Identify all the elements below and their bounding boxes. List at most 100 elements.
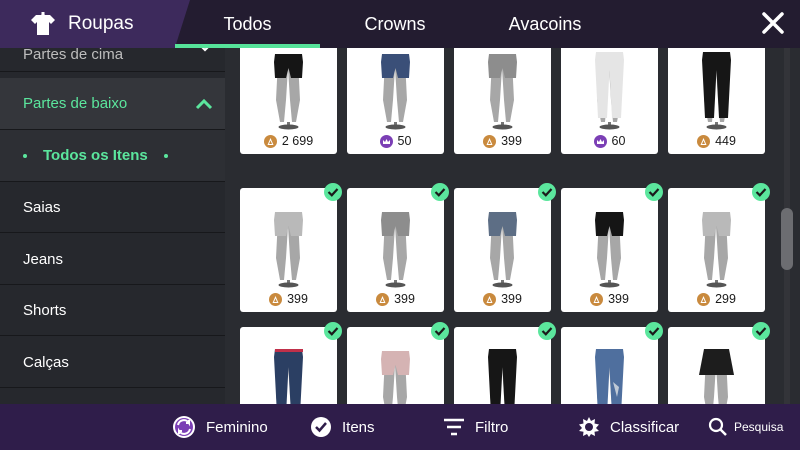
item-card[interactable]: 299 xyxy=(668,183,770,312)
sidebar-item-shorts[interactable]: Shorts xyxy=(0,286,225,336)
avacoin-icon xyxy=(697,292,711,306)
crown-currency-icon xyxy=(379,134,393,148)
owned-check-icon xyxy=(752,322,770,340)
filter-icon xyxy=(444,418,464,436)
item-card[interactable] xyxy=(240,322,342,404)
item-card[interactable] xyxy=(561,322,663,404)
search-button[interactable]: Pesquisa xyxy=(708,404,783,450)
tab-crowns[interactable]: Crowns xyxy=(320,0,470,48)
item-card[interactable] xyxy=(668,322,770,404)
item-card[interactable]: 2 699 xyxy=(240,48,337,154)
item-price: 60 xyxy=(561,132,658,150)
sidebar-item-label: Partes de baixo xyxy=(23,95,128,112)
filter-label: Filtro xyxy=(475,418,509,436)
search-icon xyxy=(708,417,727,436)
avacoin-icon xyxy=(697,134,711,148)
item-price: 399 xyxy=(347,290,444,308)
price-value: 449 xyxy=(715,134,736,148)
avacoin-icon xyxy=(483,134,497,148)
item-card[interactable]: 399 xyxy=(561,183,663,312)
top-bar: Roupas Todos Crowns Avacoins xyxy=(0,0,800,48)
clothing-preview xyxy=(595,212,624,288)
clothing-preview xyxy=(381,212,410,288)
check-circle-icon xyxy=(311,417,331,437)
item-price: 399 xyxy=(561,290,658,308)
item-card[interactable]: 449 xyxy=(668,48,765,154)
price-value: 299 xyxy=(715,292,736,306)
title-box: Roupas xyxy=(0,0,190,48)
tab-avacoins[interactable]: Avacoins xyxy=(470,0,620,48)
shirt-icon xyxy=(31,12,55,35)
item-card[interactable]: 399 xyxy=(454,183,556,312)
item-price: 449 xyxy=(668,132,765,150)
close-icon[interactable] xyxy=(760,10,786,36)
sort-button[interactable]: Classificar xyxy=(578,404,679,450)
sidebar-item-jeans[interactable]: Jeans xyxy=(0,235,225,285)
avacoin-icon xyxy=(263,134,277,148)
owned-check-icon xyxy=(645,322,663,340)
item-card[interactable] xyxy=(347,322,449,404)
page-title: Roupas xyxy=(68,13,134,34)
filter-button[interactable]: Filtro xyxy=(443,404,508,450)
sidebar-item-tops[interactable]: Partes de cima xyxy=(0,48,225,72)
owned-check-icon xyxy=(324,183,342,201)
item-card[interactable]: 399 xyxy=(347,183,449,312)
price-value: 50 xyxy=(397,134,412,148)
app-root: Roupas Todos Crowns Avacoins Partes de c… xyxy=(0,0,800,450)
avacoin-icon xyxy=(590,292,604,306)
item-card[interactable]: 50 xyxy=(347,48,444,154)
price-value: 399 xyxy=(501,292,522,306)
items-button[interactable]: Itens xyxy=(310,404,375,450)
bottom-toolbar: Feminino Itens Filtro Classificar Pesqui… xyxy=(0,404,800,450)
price-value: 399 xyxy=(394,292,415,306)
scrollbar-thumb[interactable] xyxy=(781,208,793,270)
clothing-preview xyxy=(381,54,410,130)
item-price: 399 xyxy=(240,290,337,308)
chevron-down-icon xyxy=(201,48,209,52)
sidebar-item-skirts[interactable]: Saias xyxy=(0,183,225,233)
avacoin-icon xyxy=(376,292,390,306)
owned-check-icon xyxy=(431,183,449,201)
gender-toggle-button[interactable]: Feminino xyxy=(172,404,268,450)
clothing-preview xyxy=(595,52,624,130)
owned-check-icon xyxy=(645,183,663,201)
category-sidebar: Partes de cima Partes de baixo Todos os … xyxy=(0,48,225,404)
gender-swap-icon xyxy=(173,416,195,438)
clothing-preview xyxy=(488,54,517,130)
gender-label: Feminino xyxy=(206,418,268,436)
clothing-preview xyxy=(702,212,731,288)
avacoin-icon xyxy=(269,292,283,306)
sort-label: Classificar xyxy=(610,418,680,436)
clothing-preview xyxy=(274,212,303,288)
item-card[interactable] xyxy=(454,322,556,404)
sidebar-item-next[interactable] xyxy=(0,389,225,404)
price-value: 399 xyxy=(501,134,522,148)
clothing-preview xyxy=(274,54,303,130)
price-value: 60 xyxy=(611,134,626,148)
items-label: Itens xyxy=(342,418,375,436)
item-price: 50 xyxy=(347,132,444,150)
clothing-preview xyxy=(488,212,517,288)
item-price: 399 xyxy=(454,290,551,308)
item-card[interactable]: 399 xyxy=(454,48,551,154)
tab-todos[interactable]: Todos xyxy=(175,0,320,48)
sidebar-item-all-items[interactable]: Todos os Itens xyxy=(0,130,225,182)
sidebar-item-bottoms[interactable]: Partes de baixo xyxy=(0,78,225,130)
sidebar-item-pants[interactable]: Calças xyxy=(0,338,225,388)
sidebar-item-label: Partes de cima xyxy=(23,48,124,63)
owned-check-icon xyxy=(538,322,556,340)
sidebar-item-label: Todos os Itens xyxy=(43,147,148,164)
clothing-preview xyxy=(702,52,731,130)
item-price: 399 xyxy=(454,132,551,150)
owned-check-icon xyxy=(324,322,342,340)
item-price: 299 xyxy=(668,290,765,308)
item-card[interactable]: 60 xyxy=(561,48,658,154)
sort-star-icon xyxy=(579,417,599,437)
item-card[interactable]: 399 xyxy=(240,183,342,312)
avacoin-icon xyxy=(483,292,497,306)
search-label: Pesquisa xyxy=(734,420,784,434)
crown-currency-icon xyxy=(593,134,607,148)
item-grid: 2 699 50 399 60 449 399 399 399 399 299 xyxy=(225,48,800,404)
item-price: 2 699 xyxy=(240,132,337,150)
owned-check-icon xyxy=(431,322,449,340)
